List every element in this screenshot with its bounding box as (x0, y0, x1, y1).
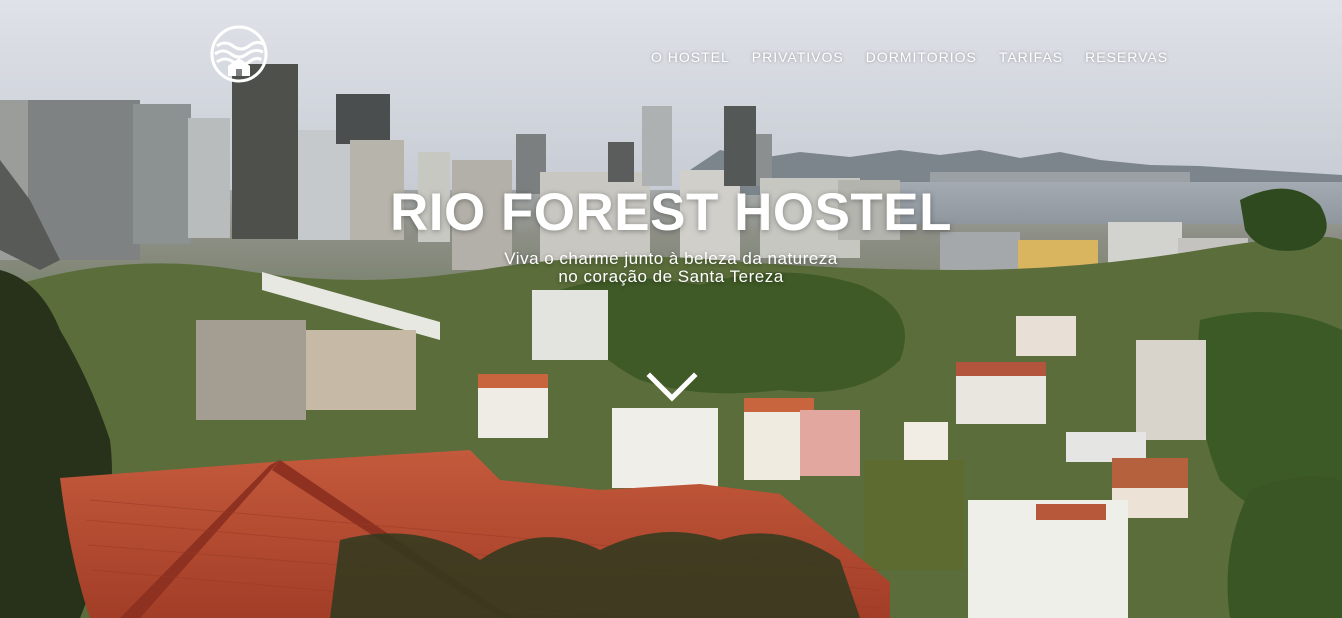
nav-item-reservas[interactable]: RESERVAS (1085, 49, 1168, 65)
hero-section: O HOSTEL PRIVATIVOS DORMITORIOS TARIFAS … (0, 0, 1342, 618)
city-landscape-background (0, 0, 1342, 618)
nav-item-dormitorios[interactable]: DORMITORIOS (866, 49, 977, 65)
chevron-down-icon[interactable] (646, 370, 698, 404)
wave-house-logo-icon[interactable] (209, 24, 269, 84)
hero-subtitle-line-2: no coração de Santa Tereza (558, 267, 784, 286)
hero-title: RIO FOREST HOSTEL (389, 183, 953, 242)
nav-item-o-hostel[interactable]: O HOSTEL (651, 49, 730, 65)
hero-subtitle-line-1: Viva o charme junto à beleza da natureza (504, 249, 838, 268)
hero-subtitle: Viva o charme junto à beleza da natureza… (0, 250, 1342, 286)
nav-item-privativos[interactable]: PRIVATIVOS (752, 49, 844, 65)
nav-item-tarifas[interactable]: TARIFAS (999, 49, 1063, 65)
main-navigation: O HOSTEL PRIVATIVOS DORMITORIOS TARIFAS … (651, 49, 1168, 65)
